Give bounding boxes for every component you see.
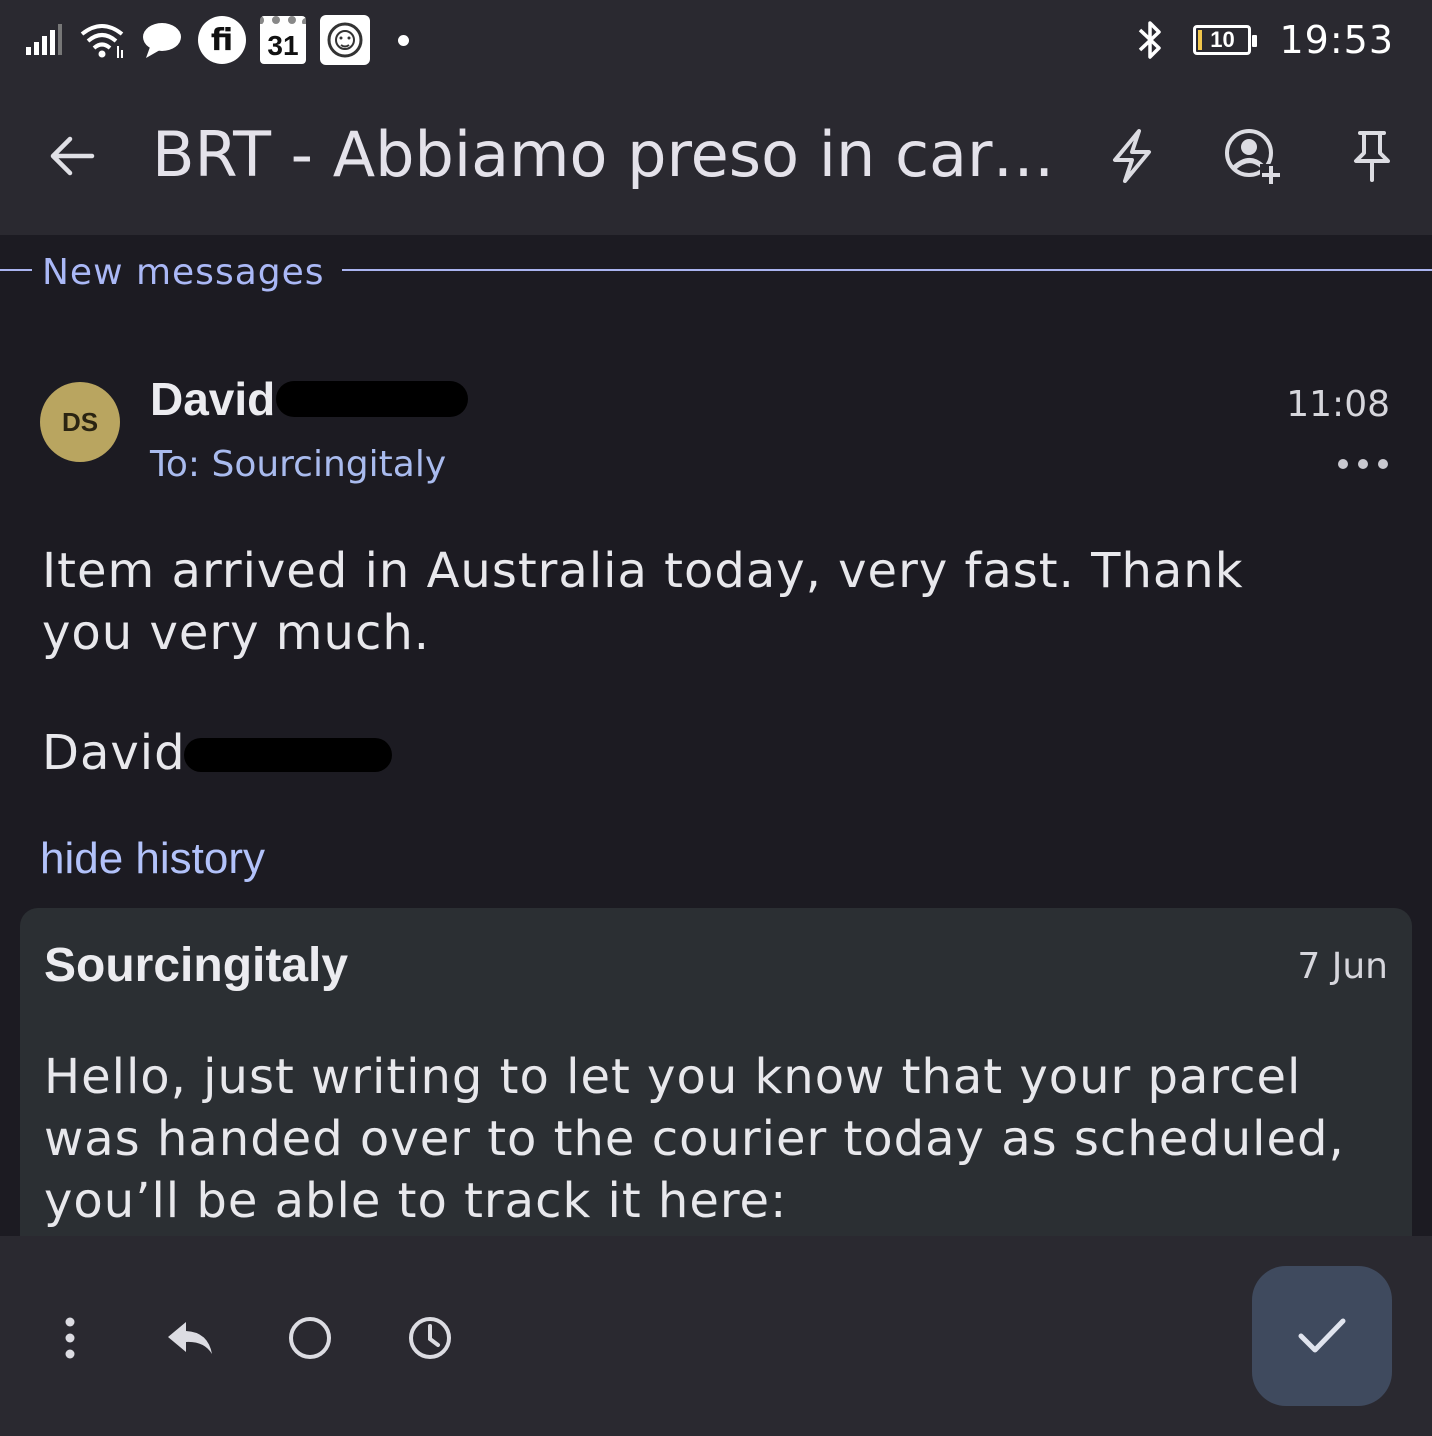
app-bar: BRT - Abbiamo preso in car… (0, 80, 1432, 235)
message-body-line: you very much. (42, 605, 431, 661)
snooze-button[interactable] (398, 1306, 462, 1370)
reply-icon (168, 1322, 212, 1354)
add-contact-button[interactable] (1220, 124, 1284, 188)
history-body-line: you’ll be able to track it here: (44, 1173, 788, 1229)
message-time: 11:08 (1286, 384, 1390, 425)
back-button[interactable] (44, 128, 100, 184)
page-title: BRT - Abbiamo preso in car… (152, 118, 1055, 191)
history-sender: Sourcingitaly (44, 939, 349, 992)
lightning-icon (1113, 129, 1151, 183)
calendar-icon: 31 (260, 16, 306, 64)
history-date: 7 Jun (1297, 946, 1388, 987)
avatar[interactable]: DS (40, 382, 120, 462)
dot (1358, 459, 1368, 469)
dot (1338, 459, 1348, 469)
more-vert-button[interactable] (38, 1306, 102, 1370)
sender-name[interactable]: David (150, 372, 275, 426)
more-vert-icon (65, 1317, 75, 1359)
redacted-surname (276, 381, 468, 417)
wifi-icon (78, 20, 126, 60)
divider-line-right (342, 269, 1432, 271)
circle-icon (289, 1317, 331, 1359)
hide-history-link[interactable]: hide history (40, 834, 265, 884)
status-clock: 19:53 (1279, 18, 1394, 62)
signal-icon (24, 23, 64, 57)
history-card[interactable]: Sourcingitaly 7 Jun Hello, just writing … (20, 908, 1412, 1248)
done-fab-button[interactable] (1252, 1266, 1392, 1406)
new-messages-label: New messages (42, 252, 325, 293)
chat-bubble-icon (140, 20, 184, 60)
pin-button[interactable] (1340, 124, 1404, 188)
dot (1378, 459, 1388, 469)
pin-icon (1354, 131, 1390, 182)
check-icon (1298, 1318, 1346, 1353)
history-body-line: was handed over to the courier today as … (44, 1111, 1345, 1167)
add-contact-icon (1225, 129, 1282, 186)
back-arrow-icon (50, 136, 95, 176)
fi-app-icon: fi (198, 16, 246, 64)
more-options-button[interactable] (1338, 452, 1388, 476)
bottom-action-bar (0, 1236, 1432, 1436)
lion-app-icon (320, 15, 370, 65)
message-body-line: Item arrived in Australia today, very fa… (42, 543, 1244, 599)
redacted-signature (184, 738, 392, 772)
snooze-clock-icon (409, 1317, 451, 1359)
notification-dot (398, 34, 409, 46)
status-icons-left: fi 31 (24, 12, 409, 68)
battery-level: 10 (1210, 27, 1235, 52)
reply-button[interactable] (158, 1306, 222, 1370)
new-messages-divider: New messages (0, 252, 1432, 293)
status-icons-right: 10 19:53 (1135, 10, 1394, 70)
status-bar: fi 31 10 19:53 (0, 0, 1432, 80)
recipient-line[interactable]: To: Sourcingitaly (150, 444, 446, 485)
bluetooth-icon (1135, 18, 1165, 62)
battery-indicator: 10 (1193, 25, 1258, 55)
history-body-line: Hello, just writing to let you know that… (44, 1049, 1302, 1105)
divider-line-left (0, 269, 32, 271)
message-signature: David (42, 725, 186, 781)
mark-done-circle-button[interactable] (278, 1306, 342, 1370)
quick-action-button[interactable] (1100, 124, 1164, 188)
